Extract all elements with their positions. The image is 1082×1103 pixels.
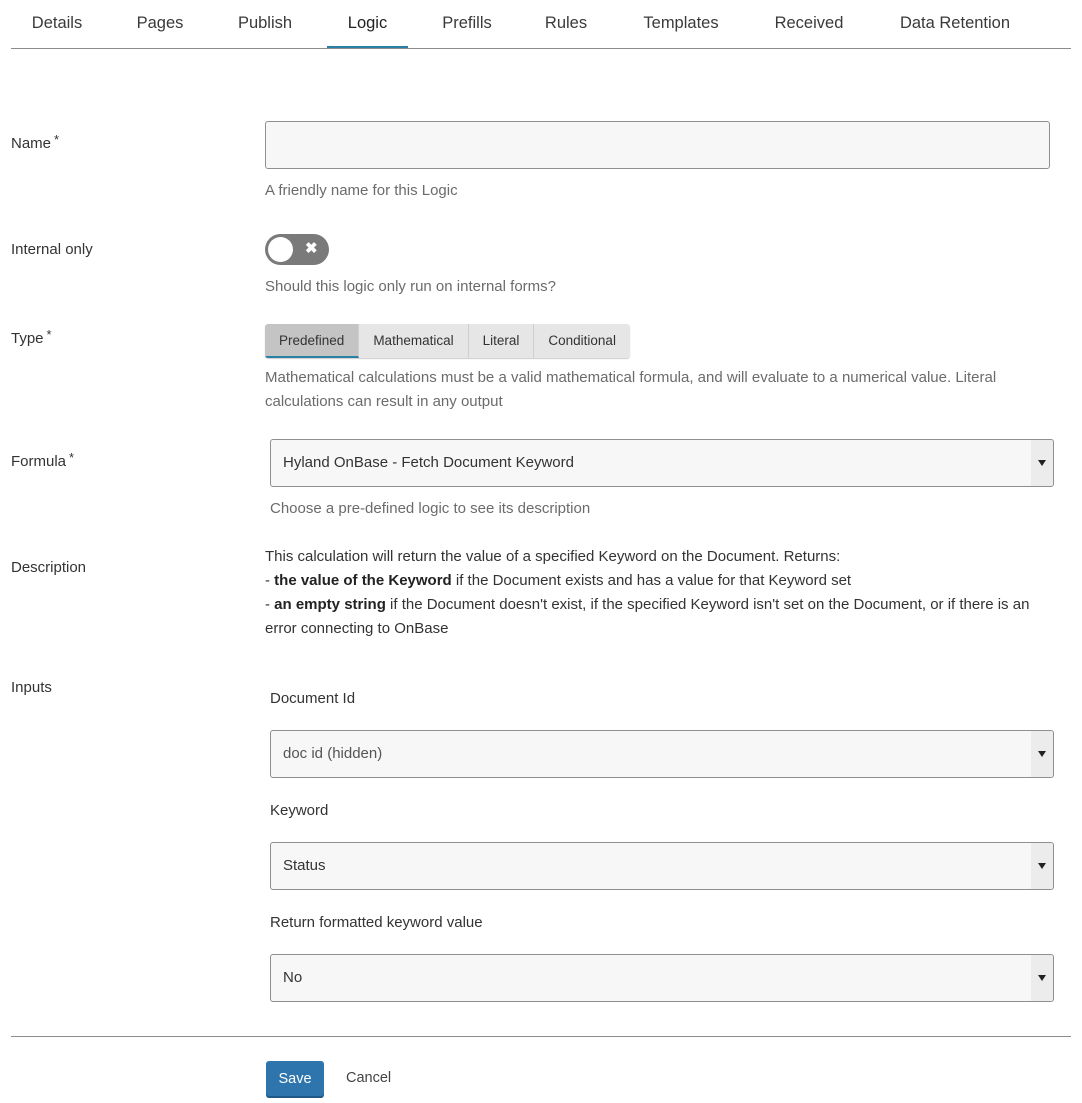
return-formatted-select[interactable]: No [270,954,1054,1002]
required-marker: * [69,450,75,465]
type-option-conditional[interactable]: Conditional [534,324,630,358]
caret-down-icon [1038,975,1046,981]
formula-select[interactable]: Hyland OnBase - Fetch Document Keyword [270,439,1054,487]
cancel-button[interactable]: Cancel [346,1070,391,1086]
keyword-select[interactable]: Status [270,842,1054,890]
document-id-dropdown-button[interactable] [1031,731,1053,777]
internal-only-label: Internal only [11,241,93,258]
bullet: - [265,596,275,613]
formula-help: Choose a pre-defined logic to see its de… [270,500,591,517]
tab-publish[interactable]: Publish [221,0,309,48]
keyword-label: Keyword [270,802,329,819]
required-marker: * [54,132,60,147]
description-line-1-bold: the value of the Keyword [274,572,452,589]
name-label: Name * [11,132,60,152]
name-label-text: Name [11,135,52,152]
footer-divider [11,1036,1071,1037]
document-id-select[interactable]: doc id (hidden) [270,730,1054,778]
document-id-label: Document Id [270,690,356,707]
close-icon: ✖ [305,240,318,257]
keyword-dropdown-button[interactable] [1031,843,1053,889]
type-label: Type * [11,327,52,347]
description-line-2: - an empty string if the Document doesn'… [265,593,1065,641]
formula-label: Formula * [11,450,75,470]
description-line-1-rest: if the Document exists and has a value f… [451,572,852,589]
type-option-literal[interactable]: Literal [468,324,535,358]
tab-pages[interactable]: Pages [116,0,204,48]
description-intro: This calculation will return the value o… [265,548,841,565]
tab-bar: Details Pages Publish Logic Prefills Rul… [11,0,1071,49]
formula-dropdown-button[interactable] [1031,440,1053,486]
name-input[interactable] [265,121,1050,169]
name-help: A friendly name for this Logic [265,182,458,199]
caret-down-icon [1038,863,1046,869]
return-formatted-label: Return formatted keyword value [270,914,483,931]
tab-data-retention[interactable]: Data Retention [889,0,1021,48]
type-option-predefined[interactable]: Predefined [265,324,360,358]
type-help: Mathematical calculations must be a vali… [265,369,997,410]
return-formatted-dropdown-button[interactable] [1031,955,1053,1001]
type-label-text: Type [11,330,44,347]
tab-details[interactable]: Details [11,0,103,48]
tab-rules[interactable]: Rules [533,0,599,48]
tab-logic[interactable]: Logic [327,0,408,48]
type-option-mathematical[interactable]: Mathematical [359,324,469,358]
document-id-value: doc id (hidden) [283,745,383,762]
formula-select-value: Hyland OnBase - Fetch Document Keyword [283,454,574,471]
inputs-label: Inputs [11,679,52,696]
save-button[interactable]: Save [266,1061,324,1096]
tab-received[interactable]: Received [763,0,855,48]
tab-templates[interactable]: Templates [631,0,731,48]
description-label: Description [11,559,87,576]
return-formatted-value: No [283,969,303,986]
formula-label-text: Formula [11,453,67,470]
toggle-knob [268,237,293,262]
description-line-2-bold: an empty string [274,596,386,613]
tab-prefills[interactable]: Prefills [427,0,507,48]
bullet: - [265,572,275,589]
description-text: This calculation will return the value o… [265,545,1065,641]
type-segmented-control: Predefined Mathematical Literal Conditio… [265,324,630,358]
internal-only-toggle[interactable]: ✖ [265,234,329,265]
required-marker: * [46,327,52,342]
caret-down-icon [1038,751,1046,757]
internal-only-help: Should this logic only run on internal f… [265,278,556,295]
description-line-1: - the value of the Keyword if the Docume… [265,569,1065,593]
keyword-value: Status [283,857,326,874]
caret-down-icon [1038,460,1046,466]
